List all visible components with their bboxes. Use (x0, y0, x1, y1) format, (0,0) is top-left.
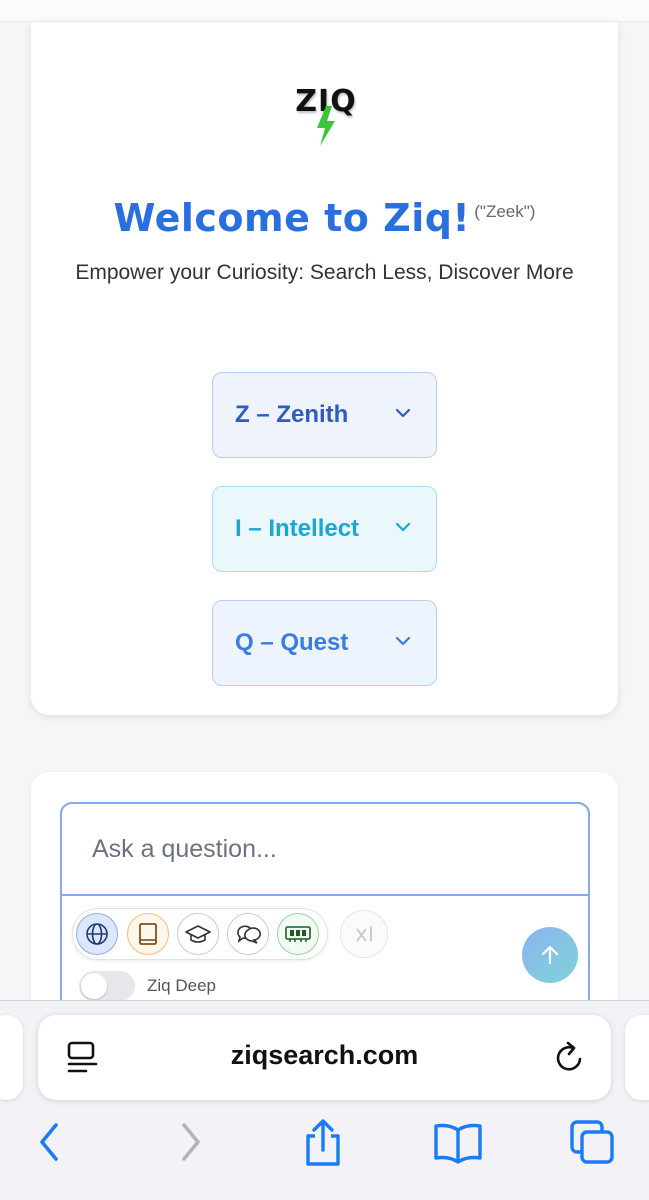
back-icon[interactable] (34, 1118, 66, 1166)
chevron-down-icon (395, 522, 411, 532)
chevron-down-icon (395, 636, 411, 646)
accordion-quest-label: Q – Quest (235, 629, 349, 656)
forward-icon[interactable] (174, 1118, 206, 1166)
web-search-tool[interactable] (76, 913, 118, 955)
search-input[interactable] (60, 802, 590, 896)
send-button[interactable] (522, 927, 578, 983)
toggle-knob (81, 973, 107, 999)
arrow-up-icon (541, 945, 559, 965)
chat-bubbles-icon (237, 925, 261, 944)
xai-icon (356, 926, 372, 942)
memory-chip-icon (285, 926, 311, 942)
book-icon (139, 923, 157, 945)
discussion-tool[interactable] (227, 913, 269, 955)
ziq-logo: ZIQ (290, 84, 362, 148)
memory-tool[interactable] (277, 913, 319, 955)
accordion-zenith[interactable]: Z – Zenith (212, 372, 437, 458)
globe-icon (86, 923, 108, 945)
tabs-icon[interactable] (568, 1118, 618, 1168)
accordion-quest[interactable]: Q – Quest (212, 600, 437, 686)
url-text[interactable]: ziqsearch.com (38, 1040, 611, 1071)
top-strip (0, 0, 649, 22)
academic-tool[interactable] (177, 913, 219, 955)
ziq-deep-toggle[interactable] (79, 971, 135, 1001)
chevron-down-icon (395, 408, 411, 418)
previous-tab-preview[interactable] (0, 1015, 23, 1100)
accordion-intellect-label: I – Intellect (235, 515, 360, 542)
ziq-deep-label: Ziq Deep (147, 976, 216, 995)
accordion-zenith-label: Z – Zenith (235, 401, 349, 428)
welcome-title: Welcome to Ziq! (113, 196, 471, 240)
bookmarks-icon[interactable] (432, 1118, 484, 1166)
welcome-heading: Welcome to Ziq! ("Zeek") (0, 196, 649, 240)
pronunciation-note: ("Zeek") (474, 202, 536, 221)
next-tab-preview[interactable] (625, 1015, 649, 1100)
model-selector[interactable] (340, 910, 388, 958)
lightning-bolt-icon (317, 106, 335, 146)
share-icon[interactable] (300, 1118, 346, 1168)
book-tool[interactable] (127, 913, 169, 955)
reload-icon[interactable] (553, 1040, 587, 1076)
graduation-cap-icon (185, 925, 211, 943)
tagline: Empower your Curiosity: Search Less, Dis… (75, 261, 574, 284)
accordion-intellect[interactable]: I – Intellect (212, 486, 437, 572)
